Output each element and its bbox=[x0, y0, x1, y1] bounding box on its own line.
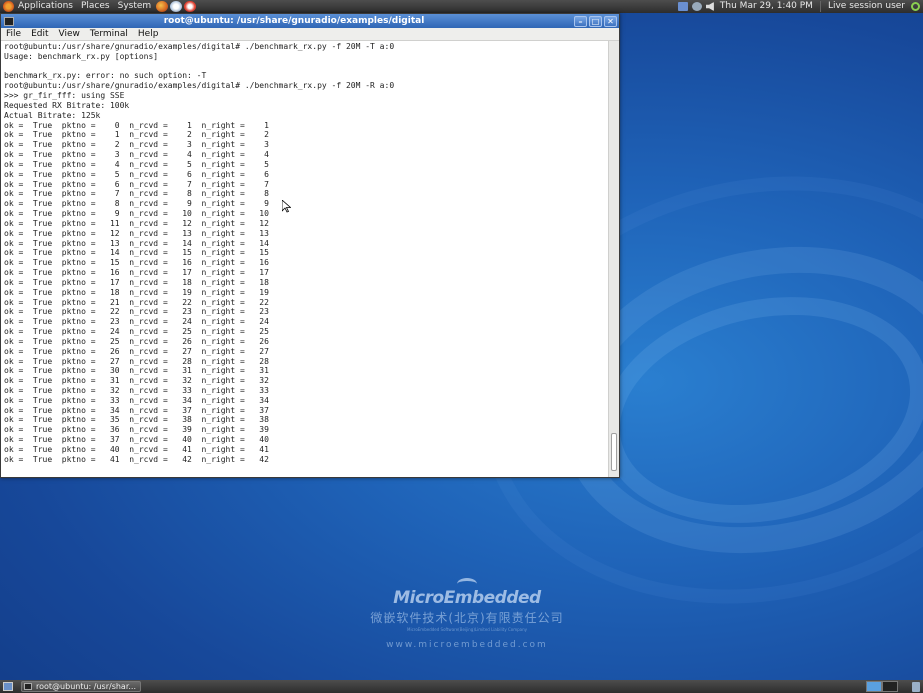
terminal-line: ok = True pktno = 4 n_rcvd = 5 n_right =… bbox=[4, 159, 269, 169]
workspace-switcher[interactable] bbox=[866, 681, 898, 692]
menu-terminal[interactable]: Terminal bbox=[85, 28, 133, 41]
terminal-line: ok = True pktno = 5 n_rcvd = 6 n_right =… bbox=[4, 169, 269, 179]
terminal-icon[interactable] bbox=[4, 16, 14, 26]
terminal-output[interactable]: root@ubuntu:/usr/share/gnuradio/examples… bbox=[4, 42, 605, 465]
terminal-line: ok = True pktno = 26 n_rcvd = 27 n_right… bbox=[4, 346, 269, 356]
terminal-line: ok = True pktno = 16 n_rcvd = 17 n_right… bbox=[4, 268, 269, 278]
scrollbar-thumb[interactable] bbox=[611, 433, 617, 471]
terminal-line: ok = True pktno = 14 n_rcvd = 15 n_right… bbox=[4, 248, 269, 258]
panel-separator bbox=[819, 1, 821, 12]
terminal-window: root@ubuntu: /usr/share/gnuradio/example… bbox=[0, 13, 620, 478]
terminal-line: ok = True pktno = 9 n_rcvd = 10 n_right … bbox=[4, 209, 269, 219]
terminal-line: ok = True pktno = 35 n_rcvd = 38 n_right… bbox=[4, 415, 269, 425]
terminal-icon bbox=[24, 683, 32, 690]
terminal-line: Actual Bitrate: 125k bbox=[4, 110, 101, 120]
menu-help[interactable]: Help bbox=[133, 28, 164, 41]
terminal-line: ok = True pktno = 40 n_rcvd = 41 n_right… bbox=[4, 444, 269, 454]
logo-brand: MicroEmbedded bbox=[393, 588, 541, 608]
taskbar-terminal-button[interactable]: root@ubuntu: /usr/shar... bbox=[21, 681, 141, 692]
taskbar-label: root@ubuntu: /usr/shar... bbox=[36, 682, 137, 691]
terminal-line: ok = True pktno = 33 n_rcvd = 34 n_right… bbox=[4, 395, 269, 405]
terminal-line: ok = True pktno = 22 n_rcvd = 23 n_right… bbox=[4, 307, 269, 317]
terminal-line: ok = True pktno = 18 n_rcvd = 19 n_right… bbox=[4, 287, 269, 297]
terminal-line: ok = True pktno = 2 n_rcvd = 3 n_right =… bbox=[4, 140, 269, 150]
volume-icon[interactable] bbox=[705, 2, 714, 11]
terminal-line: >>> gr_fir_fff: using SSE bbox=[4, 91, 125, 101]
terminal-line: ok = True pktno = 31 n_rcvd = 32 n_right… bbox=[4, 376, 269, 386]
evolution-launcher-icon[interactable] bbox=[170, 1, 183, 12]
terminal-line: ok = True pktno = 17 n_rcvd = 18 n_right… bbox=[4, 277, 269, 287]
terminal-line: Requested RX Bitrate: 100k bbox=[4, 100, 130, 110]
terminal-line: ok = True pktno = 32 n_rcvd = 33 n_right… bbox=[4, 385, 269, 395]
terminal-line: ok = True pktno = 34 n_rcvd = 37 n_right… bbox=[4, 405, 269, 415]
terminal-line: ok = True pktno = 15 n_rcvd = 16 n_right… bbox=[4, 258, 269, 268]
microembedded-logo: MicroEmbedded 微嵌软件技术(北京)有限责任公司 MicroEmbe… bbox=[360, 578, 574, 650]
session-user[interactable]: Live session user bbox=[824, 0, 909, 13]
terminal-line: ok = True pktno = 23 n_rcvd = 24 n_right… bbox=[4, 317, 269, 327]
maximize-button[interactable]: □ bbox=[589, 15, 602, 27]
terminal-line: ok = True pktno = 11 n_rcvd = 12 n_right… bbox=[4, 218, 269, 228]
terminal-line: root@ubuntu:/usr/share/gnuradio/examples… bbox=[4, 81, 395, 91]
terminal-line: ok = True pktno = 7 n_rcvd = 8 n_right =… bbox=[4, 189, 269, 199]
terminal-line: ok = True pktno = 24 n_rcvd = 25 n_right… bbox=[4, 327, 269, 337]
terminal-line: ok = True pktno = 27 n_rcvd = 28 n_right… bbox=[4, 356, 269, 366]
network-icon[interactable] bbox=[677, 2, 688, 11]
terminal-line: ok = True pktno = 1 n_rcvd = 2 n_right =… bbox=[4, 130, 269, 140]
terminal-line: ok = True pktno = 30 n_rcvd = 31 n_right… bbox=[4, 366, 269, 376]
system-menu[interactable]: System bbox=[114, 0, 156, 13]
terminal-line: ok = True pktno = 0 n_rcvd = 1 n_right =… bbox=[4, 120, 269, 130]
close-button[interactable]: ✕ bbox=[604, 15, 617, 27]
window-menubar: File Edit View Terminal Help bbox=[1, 28, 619, 41]
power-icon[interactable] bbox=[911, 2, 920, 11]
logo-chinese-name: 微嵌软件技术(北京)有限责任公司 bbox=[370, 611, 564, 625]
workspace-1[interactable] bbox=[866, 681, 882, 692]
terminal-line: ok = True pktno = 36 n_rcvd = 39 n_right… bbox=[4, 425, 269, 435]
terminal-line: ok = True pktno = 41 n_rcvd = 42 n_right… bbox=[4, 454, 269, 464]
vertical-scrollbar[interactable] bbox=[608, 41, 619, 477]
trash-icon[interactable] bbox=[912, 681, 920, 692]
firefox-launcher-icon[interactable] bbox=[156, 1, 169, 12]
terminal-line: ok = True pktno = 6 n_rcvd = 7 n_right =… bbox=[4, 179, 269, 189]
terminal-line: benchmark_rx.py: error: no such option: … bbox=[4, 71, 207, 81]
terminal-line: ok = True pktno = 12 n_rcvd = 13 n_right… bbox=[4, 228, 269, 238]
terminal-line: ok = True pktno = 21 n_rcvd = 22 n_right… bbox=[4, 297, 269, 307]
show-desktop-icon[interactable] bbox=[3, 682, 13, 691]
top-panel: Applications Places System Thu Mar 29, 1… bbox=[0, 0, 923, 13]
terminal-line: Usage: benchmark_rx.py [options] bbox=[4, 51, 159, 61]
menu-file[interactable]: File bbox=[1, 28, 26, 41]
applications-menu[interactable]: Applications bbox=[14, 0, 77, 13]
bottom-panel: root@ubuntu: /usr/shar... bbox=[0, 680, 923, 693]
help-launcher-icon[interactable] bbox=[184, 1, 197, 12]
bluetooth-icon[interactable] bbox=[691, 2, 702, 11]
window-title: root@ubuntu: /usr/share/gnuradio/example… bbox=[163, 16, 425, 26]
terminal-line: root@ubuntu:/usr/share/gnuradio/examples… bbox=[4, 42, 395, 51]
terminal-line: ok = True pktno = 25 n_rcvd = 26 n_right… bbox=[4, 336, 269, 346]
terminal-area[interactable]: root@ubuntu:/usr/share/gnuradio/examples… bbox=[1, 41, 619, 477]
clock[interactable]: Thu Mar 29, 1:40 PM bbox=[716, 0, 817, 13]
menu-edit[interactable]: Edit bbox=[26, 28, 53, 41]
minimize-button[interactable]: – bbox=[574, 15, 587, 27]
terminal-line: ok = True pktno = 8 n_rcvd = 9 n_right =… bbox=[4, 199, 269, 209]
logo-english-name: MicroEmbedded Software(Beijing)Limited L… bbox=[407, 627, 527, 632]
menu-view[interactable]: View bbox=[54, 28, 85, 41]
terminal-line: ok = True pktno = 13 n_rcvd = 14 n_right… bbox=[4, 238, 269, 248]
terminal-line: ok = True pktno = 37 n_rcvd = 40 n_right… bbox=[4, 435, 269, 445]
window-titlebar[interactable]: root@ubuntu: /usr/share/gnuradio/example… bbox=[1, 14, 619, 28]
places-menu[interactable]: Places bbox=[77, 0, 114, 13]
logo-url: www.microembedded.com bbox=[386, 640, 548, 650]
ubuntu-logo-icon[interactable] bbox=[3, 1, 14, 12]
workspace-2[interactable] bbox=[882, 681, 898, 692]
terminal-line: ok = True pktno = 3 n_rcvd = 4 n_right =… bbox=[4, 150, 269, 160]
